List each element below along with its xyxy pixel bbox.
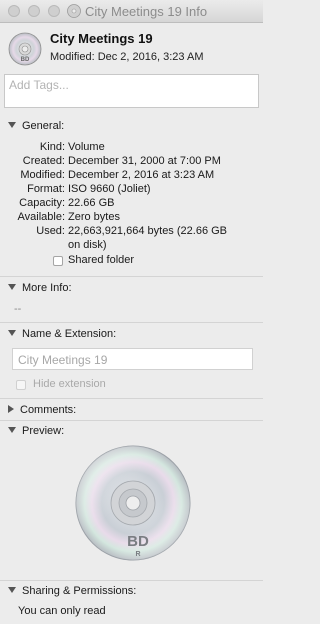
row-value: Zero bytes [68, 211, 120, 223]
divider [0, 580, 263, 581]
section-general[interactable]: General: [8, 120, 64, 132]
section-more-info[interactable]: More Info: [8, 282, 72, 294]
section-general-title: General: [22, 120, 65, 132]
disclosure-down-icon[interactable] [8, 284, 16, 291]
row-value: 22,663,921,664 bytes (22.66 GB [68, 225, 228, 237]
general-row-format: Format: ISO 9660 (Joliet) [0, 183, 263, 197]
general-row-available: Available: Zero bytes [0, 211, 263, 225]
general-row-used-cont: on disk) [0, 239, 263, 253]
disclosure-down-icon[interactable] [8, 330, 16, 337]
row-label: Format: [27, 183, 65, 195]
row-value: Volume [68, 141, 105, 153]
row-label: Used: [36, 225, 65, 237]
row-value-cont: on disk) [68, 239, 107, 251]
hide-extension-checkbox[interactable] [16, 380, 26, 390]
section-sharing-permissions[interactable]: Sharing & Permissions: [8, 585, 136, 597]
minimize-button[interactable] [28, 5, 40, 17]
disc-preview-image: BD R [75, 445, 191, 561]
more-info-value: -- [14, 303, 22, 315]
disclosure-right-icon[interactable] [8, 405, 14, 414]
svg-text:BD: BD [21, 57, 30, 63]
hide-extension-label: Hide extension [33, 378, 106, 390]
window-title: City Meetings 19 Info [85, 4, 208, 19]
row-label: Capacity: [19, 197, 65, 209]
row-value: 22.66 GB [68, 197, 115, 209]
close-button[interactable] [8, 5, 20, 17]
section-preview[interactable]: Preview: [8, 425, 64, 437]
divider [0, 420, 263, 421]
item-modified: Modified: Dec 2, 2016, 3:23 AM [50, 51, 204, 63]
general-row-modified: Modified: December 2, 2016 at 3:23 AM [0, 169, 263, 183]
section-sharing-title: Sharing & Permissions: [22, 585, 137, 597]
row-label: Available: [17, 211, 66, 223]
general-row-kind: Kind: Volume [0, 141, 263, 155]
item-name: City Meetings 19 [50, 31, 153, 46]
section-preview-title: Preview: [22, 425, 65, 437]
section-comments-title: Comments: [20, 404, 77, 416]
disclosure-down-icon[interactable] [8, 587, 16, 594]
general-row-capacity: Capacity: 22.66 GB [0, 197, 263, 211]
name-field-value: City Meetings 19 [18, 353, 108, 367]
divider [0, 322, 263, 323]
disc-sublabel: R [135, 551, 140, 558]
name-field[interactable]: City Meetings 19 [12, 348, 253, 370]
section-comments[interactable]: Comments: [8, 404, 76, 416]
section-name-extension[interactable]: Name & Extension: [8, 328, 116, 340]
sharing-status: You can only read [18, 605, 106, 617]
divider [0, 276, 263, 277]
window-titlebar: City Meetings 19 Info [0, 0, 263, 23]
row-label: Modified: [20, 169, 65, 181]
section-name-extension-title: Name & Extension: [22, 328, 117, 340]
tags-placeholder: Add Tags... [9, 78, 69, 92]
shared-folder-checkbox[interactable] [53, 256, 63, 266]
tags-field[interactable]: Add Tags... [4, 74, 259, 108]
disc-label: BD [127, 533, 149, 550]
row-label: Kind: [39, 141, 65, 153]
bluray-disc-icon: BD [8, 32, 42, 66]
disclosure-down-icon[interactable] [8, 427, 16, 434]
row-label: Created: [22, 155, 65, 167]
general-row-created: Created: December 31, 2000 at 7:00 PM [0, 155, 263, 169]
section-more-info-title: More Info: [22, 282, 72, 294]
disclosure-down-icon[interactable] [8, 122, 16, 129]
row-value: December 31, 2000 at 7:00 PM [68, 155, 221, 167]
disc-icon [67, 4, 81, 18]
divider [0, 398, 263, 399]
row-value: December 2, 2016 at 3:23 AM [68, 169, 215, 181]
general-row-used: Used: 22,663,921,664 bytes (22.66 GB [0, 225, 263, 239]
row-value: ISO 9660 (Joliet) [68, 183, 151, 195]
shared-folder-label: Shared folder [68, 254, 135, 266]
zoom-button[interactable] [48, 5, 60, 17]
